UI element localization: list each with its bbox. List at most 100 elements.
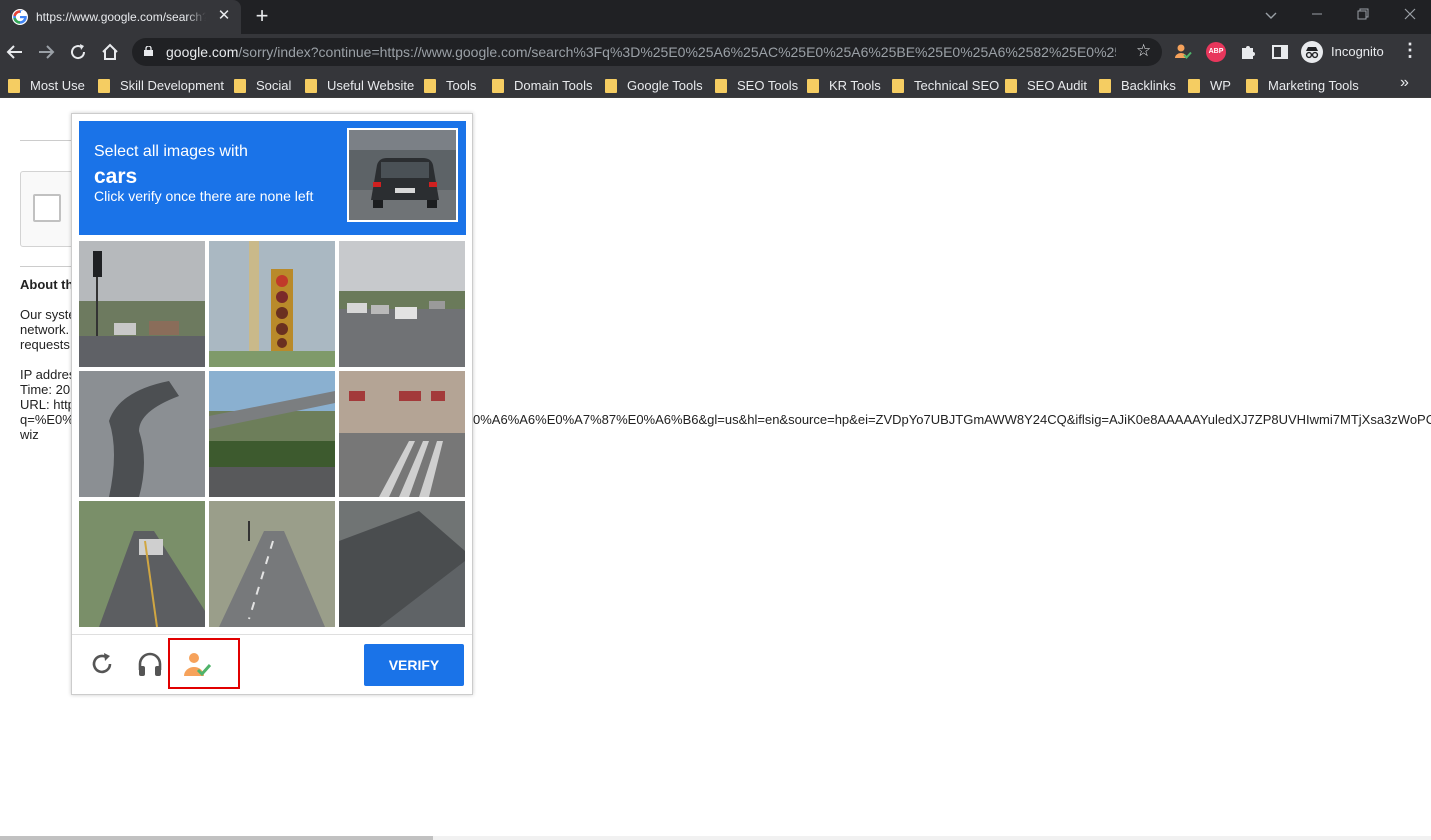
incognito-profile-button[interactable]: Incognito bbox=[1298, 39, 1390, 65]
browser-menu-icon[interactable]: ⋮ bbox=[1400, 40, 1420, 61]
street-traffic-light-icon bbox=[79, 241, 205, 367]
image-tile[interactable] bbox=[339, 501, 465, 627]
road-with-car-icon bbox=[79, 501, 205, 627]
bookmark-domain-tools[interactable]: Domain Tools bbox=[492, 76, 593, 94]
more-bookmarks-button[interactable]: » bbox=[1400, 74, 1409, 92]
ip-address-line: IP addres bbox=[20, 367, 76, 382]
image-tile[interactable] bbox=[339, 241, 465, 367]
folder-icon bbox=[1246, 79, 1258, 93]
new-tab-button[interactable]: + bbox=[250, 5, 274, 29]
extensions-puzzle-icon[interactable] bbox=[1238, 42, 1258, 62]
folder-icon bbox=[424, 79, 436, 93]
close-window-icon[interactable] bbox=[1398, 4, 1422, 26]
challenge-keyword: cars bbox=[94, 165, 138, 188]
bookmark-tools[interactable]: Tools bbox=[424, 76, 476, 94]
instruction-text: Select all images with bbox=[94, 143, 248, 160]
folder-icon bbox=[98, 79, 110, 93]
url-host: google.com bbox=[166, 44, 239, 60]
bookmark-technical-seo[interactable]: Technical SEO bbox=[892, 76, 999, 94]
bookmarks-bar: Most Use Skill Development Social Useful… bbox=[0, 70, 1431, 98]
url-path: /sorry/index?continue=https://www.google… bbox=[238, 44, 1116, 60]
challenge-header: Select all images with cars Click verify… bbox=[79, 121, 466, 235]
verify-button[interactable]: VERIFY bbox=[364, 644, 464, 686]
image-tile[interactable] bbox=[209, 501, 335, 627]
bookmark-seo-tools[interactable]: SEO Tools bbox=[715, 76, 798, 94]
image-tile[interactable] bbox=[79, 371, 205, 497]
folder-icon bbox=[305, 79, 317, 93]
time-line: Time: 20 bbox=[20, 382, 71, 397]
about-heading: About th bbox=[20, 277, 74, 292]
tab-strip: https://www.google.com/search? ✕ + bbox=[0, 0, 1431, 34]
folder-icon bbox=[715, 79, 727, 93]
recaptcha-checkbox[interactable] bbox=[33, 194, 61, 222]
adblock-plus-icon[interactable]: ABP bbox=[1206, 42, 1226, 62]
tab-title: https://www.google.com/search? bbox=[36, 10, 206, 24]
horizontal-scrollbar[interactable] bbox=[0, 836, 1431, 840]
incognito-icon bbox=[1301, 41, 1323, 63]
bookmark-seo-audit[interactable]: SEO Audit bbox=[1005, 76, 1087, 94]
tab-search-icon[interactable] bbox=[1259, 4, 1283, 26]
highway-overpass-icon bbox=[209, 371, 335, 497]
tree-trunk-icon bbox=[79, 371, 205, 497]
image-tile[interactable] bbox=[339, 371, 465, 497]
image-tile[interactable] bbox=[79, 241, 205, 367]
road-intersection-icon bbox=[209, 501, 335, 627]
image-tile[interactable] bbox=[209, 371, 335, 497]
image-grid bbox=[79, 241, 466, 628]
bookmark-most-use[interactable]: Most Use bbox=[8, 76, 85, 94]
minimize-icon[interactable] bbox=[1305, 4, 1329, 26]
audio-challenge-headphones-icon[interactable] bbox=[136, 650, 164, 678]
reload-icon[interactable] bbox=[65, 39, 91, 65]
traffic-light-closeup-icon bbox=[209, 241, 335, 367]
address-bar[interactable]: google.com/sorry/index?continue=https://… bbox=[132, 38, 1162, 66]
image-tile[interactable] bbox=[79, 501, 205, 627]
bookmark-skill-development[interactable]: Skill Development bbox=[98, 76, 224, 94]
rooftop-icon bbox=[339, 501, 465, 627]
folder-icon bbox=[8, 79, 20, 93]
bookmark-google-tools[interactable]: Google Tools bbox=[605, 76, 703, 94]
reload-challenge-icon[interactable] bbox=[88, 650, 116, 678]
home-icon[interactable] bbox=[97, 39, 123, 65]
url-text: google.com/sorry/index?continue=https://… bbox=[166, 44, 1116, 60]
restore-icon[interactable] bbox=[1351, 4, 1375, 26]
browser-toolbar: google.com/sorry/index?continue=https://… bbox=[0, 34, 1431, 70]
forward-arrow-icon[interactable] bbox=[33, 39, 59, 65]
sample-car-image bbox=[347, 128, 458, 222]
instruction-subtext: Click verify once there are none left bbox=[94, 188, 314, 204]
wiz-line: wiz bbox=[20, 427, 39, 442]
highlight-box bbox=[168, 638, 240, 689]
folder-icon bbox=[1005, 79, 1017, 93]
folder-icon bbox=[492, 79, 504, 93]
folder-icon bbox=[1188, 79, 1200, 93]
body-line: Our syste bbox=[20, 307, 76, 322]
folder-icon bbox=[1099, 79, 1111, 93]
user-check-extension-icon[interactable] bbox=[1173, 42, 1193, 62]
bookmark-star-icon[interactable]: ☆ bbox=[1136, 41, 1151, 61]
footer-divider bbox=[72, 634, 472, 635]
back-arrow-icon[interactable] bbox=[2, 39, 28, 65]
tab-close-icon[interactable]: ✕ bbox=[216, 8, 232, 24]
bookmark-useful-website[interactable]: Useful Website bbox=[305, 76, 414, 94]
body-line: network. bbox=[20, 322, 70, 337]
body-line: requests bbox=[20, 337, 70, 352]
parking-lot-cars-icon bbox=[339, 241, 465, 367]
folder-icon bbox=[605, 79, 617, 93]
url-query-tail: 0%A6%A6%E0%A7%87%E0%A6%B6&gl=us&hl=en&so… bbox=[473, 412, 1431, 427]
bookmark-social[interactable]: Social bbox=[234, 76, 291, 94]
bookmark-marketing-tools[interactable]: Marketing Tools bbox=[1246, 76, 1359, 94]
bookmark-wp[interactable]: WP bbox=[1188, 76, 1231, 94]
side-panel-icon[interactable] bbox=[1270, 42, 1290, 62]
google-favicon-icon bbox=[12, 9, 28, 25]
url-query-line: q=%E0% bbox=[20, 412, 74, 427]
bookmark-backlinks[interactable]: Backlinks bbox=[1099, 76, 1176, 94]
lock-icon[interactable] bbox=[144, 46, 153, 56]
folder-icon bbox=[807, 79, 819, 93]
image-tile[interactable] bbox=[209, 241, 335, 367]
incognito-label: Incognito bbox=[1331, 44, 1384, 59]
scrollbar-thumb[interactable] bbox=[0, 836, 433, 840]
folder-icon bbox=[892, 79, 904, 93]
bookmark-kr-tools[interactable]: KR Tools bbox=[807, 76, 881, 94]
url-line: URL: http bbox=[20, 397, 75, 412]
folder-icon bbox=[234, 79, 246, 93]
browser-tab[interactable]: https://www.google.com/search? ✕ bbox=[0, 0, 241, 34]
